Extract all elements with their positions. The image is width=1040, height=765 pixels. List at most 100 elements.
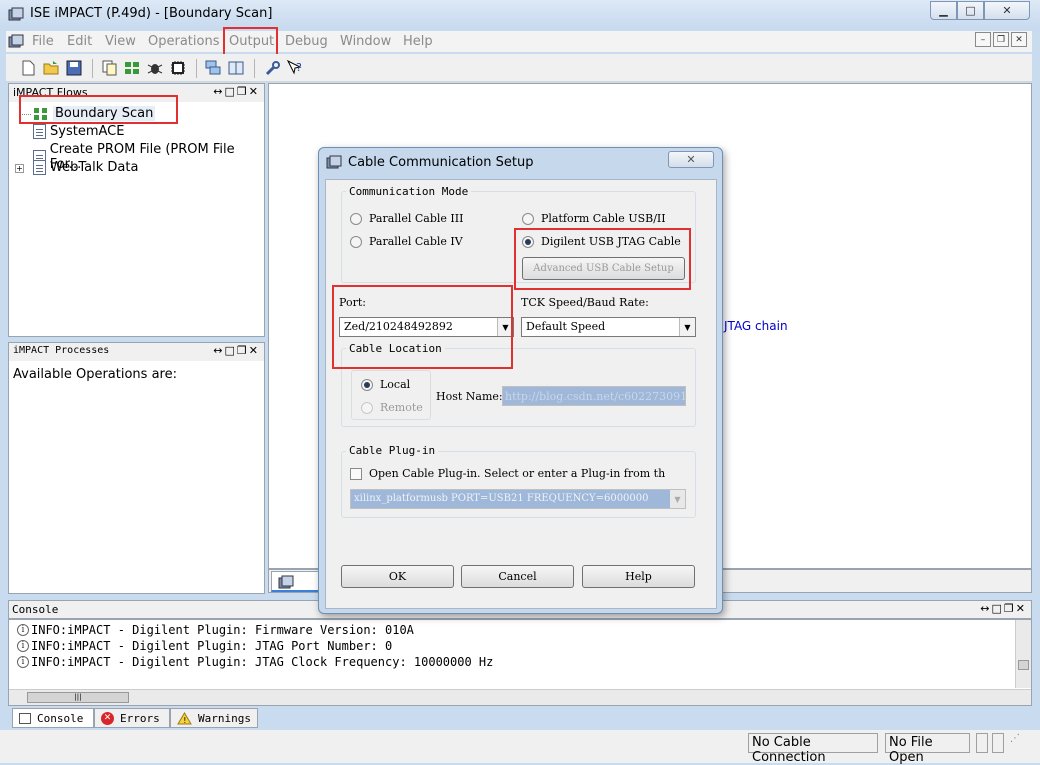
radio-parallel-cable-3[interactable]: Parallel Cable III [350,212,463,225]
radio-circle-selected [361,378,373,391]
tree-item-label: SystemACE [50,124,125,139]
console-title: Console [12,603,59,616]
help-button[interactable]: Help [582,565,695,588]
radio-remote[interactable]: Remote [361,401,423,414]
title-bar: ISE iMPACT (P.49d) - [Boundary Scan] ▁ □… [0,0,1040,30]
tab-warnings[interactable]: ! Warnings [170,708,258,728]
menu-debug[interactable]: Debug [285,34,328,49]
radio-circle [361,401,373,414]
cascade-icon[interactable] [204,59,222,77]
mdi-restore-button[interactable]: ❐ [993,32,1009,47]
menu-window[interactable]: Window [340,34,391,49]
app-icon [8,7,24,21]
minimize-button[interactable]: ▁ [930,1,957,20]
new-file-icon[interactable] [19,59,37,77]
warning-icon: ! [177,711,192,725]
vertical-scrollbar[interactable] [1015,620,1031,688]
tree-item-webtalk[interactable]: WebTalk Data [33,160,138,175]
app-menu-icon[interactable] [8,34,24,50]
status-cable-connection: No Cable Connection [748,733,878,765]
expand-toggle[interactable]: + [15,164,24,173]
window-title: ISE iMPACT (P.49d) - [Boundary Scan] [30,6,273,21]
document-icon [33,124,46,139]
dialog-app-icon [326,155,342,169]
chevron-down-icon[interactable]: ▼ [670,490,685,508]
error-icon: ✕ [101,711,114,725]
log-text: INFO:iMPACT - Digilent Plugin: Firmware … [31,623,414,637]
dialog-close-button[interactable]: ✕ [668,151,714,168]
radio-local[interactable]: Local [361,378,410,391]
svg-text:!: ! [183,716,186,725]
log-line: i INFO:iMPACT - Digilent Plugin: JTAG Po… [17,639,392,653]
open-plugin-checkbox[interactable] [350,468,362,480]
info-icon: i [17,624,29,636]
menu-file[interactable]: File [32,34,54,49]
radio-circle [522,212,534,225]
processes-panel-title: iMPACT Processes [13,345,110,356]
info-icon: i [17,656,29,668]
toolbar-separator [254,59,255,78]
tab-errors[interactable]: ✕ Errors [94,708,170,728]
status-cell-empty [976,733,988,753]
mdi-close-button[interactable]: ✕ [1011,32,1027,47]
chip-icon[interactable] [169,59,187,77]
cable-setup-dialog: Cable Communication Setup ✕ Communicatio… [318,147,723,614]
copy-icon[interactable] [100,59,118,77]
mdi-minimize-button[interactable]: – [975,32,991,47]
tree-item-systemace[interactable]: SystemACE [33,124,124,139]
panel-controls[interactable]: ↔□❐✕ [213,85,260,98]
mdi-controls: – ❐ ✕ [975,32,1027,47]
document-icon [33,160,46,175]
menu-help[interactable]: Help [403,34,433,49]
horizontal-scrollbar[interactable]: ||| [9,689,1031,705]
tab-label: Errors [120,711,160,725]
radio-label: Parallel Cable III [369,212,464,225]
chevron-down-icon[interactable]: ▼ [679,318,695,336]
save-icon[interactable] [65,59,83,77]
context-help-icon[interactable]: ? [286,59,304,77]
radio-label: Platform Cable USB/II [541,212,666,225]
menu-bar: File Edit View Operations Output Debug W… [6,31,1032,52]
scroll-thumb[interactable] [1018,660,1029,670]
log-line: i INFO:iMPACT - Digilent Plugin: Firmwar… [17,623,414,637]
ok-button[interactable]: OK [341,565,454,588]
toolbar-separator [196,59,197,78]
menu-operations[interactable]: Operations [148,34,219,49]
tck-speed-label: TCK Speed/Baud Rate: [521,296,649,309]
status-bar: No Cable Connection No File Open ⋰ [0,730,1040,765]
tck-speed-value: Default Speed [526,320,606,333]
resize-grip-icon[interactable]: ⋰ [1010,733,1026,753]
cancel-button[interactable]: Cancel [461,565,574,588]
close-button[interactable]: ✕ [984,1,1030,20]
radio-circle [350,212,362,225]
processes-panel: iMPACT Processes ↔□❐✕ Available Operatio… [8,342,265,594]
toolbar-separator [92,59,93,78]
maximize-button[interactable]: □ [957,1,984,20]
wrench-icon[interactable] [264,59,282,77]
tck-speed-select[interactable]: Default Speed ▼ [521,317,696,337]
radio-label: Parallel Cable IV [369,235,463,248]
highlight-boundary-scan [19,95,178,124]
log-text: INFO:iMPACT - Digilent Plugin: JTAG Cloc… [31,655,494,669]
tile-icon[interactable] [227,59,245,77]
radio-parallel-cable-4[interactable]: Parallel Cable IV [350,235,463,248]
host-name-label: Host Name: [436,390,503,403]
debug-icon[interactable] [146,59,164,77]
menu-view[interactable]: View [105,34,136,49]
radio-platform-cable-usb[interactable]: Platform Cable USB/II [522,212,666,225]
console-output[interactable]: i INFO:iMPACT - Digilent Plugin: Firmwar… [8,619,1032,706]
radio-label: Local [380,378,411,391]
open-folder-icon[interactable] [42,59,60,77]
dialog-body: Communication Mode Parallel Cable III Pa… [325,179,717,609]
tree-item-label: WebTalk Data [50,160,139,175]
workspace-tab[interactable] [271,571,321,592]
boundary-scan-icon[interactable] [123,59,141,77]
status-cell-empty [992,733,1004,753]
menu-edit[interactable]: Edit [67,34,92,49]
scroll-thumb[interactable]: ||| [27,692,129,703]
host-name-input[interactable]: http://blog.csdn.net/c602273091 [502,386,686,406]
plugin-value-select[interactable]: xilinx_platformusb PORT=USB21 FREQUENCY=… [350,489,686,509]
tab-console[interactable]: Console [12,708,94,728]
panel-controls[interactable]: ↔□❐✕ [980,602,1027,615]
panel-controls[interactable]: ↔□❐✕ [213,344,260,357]
